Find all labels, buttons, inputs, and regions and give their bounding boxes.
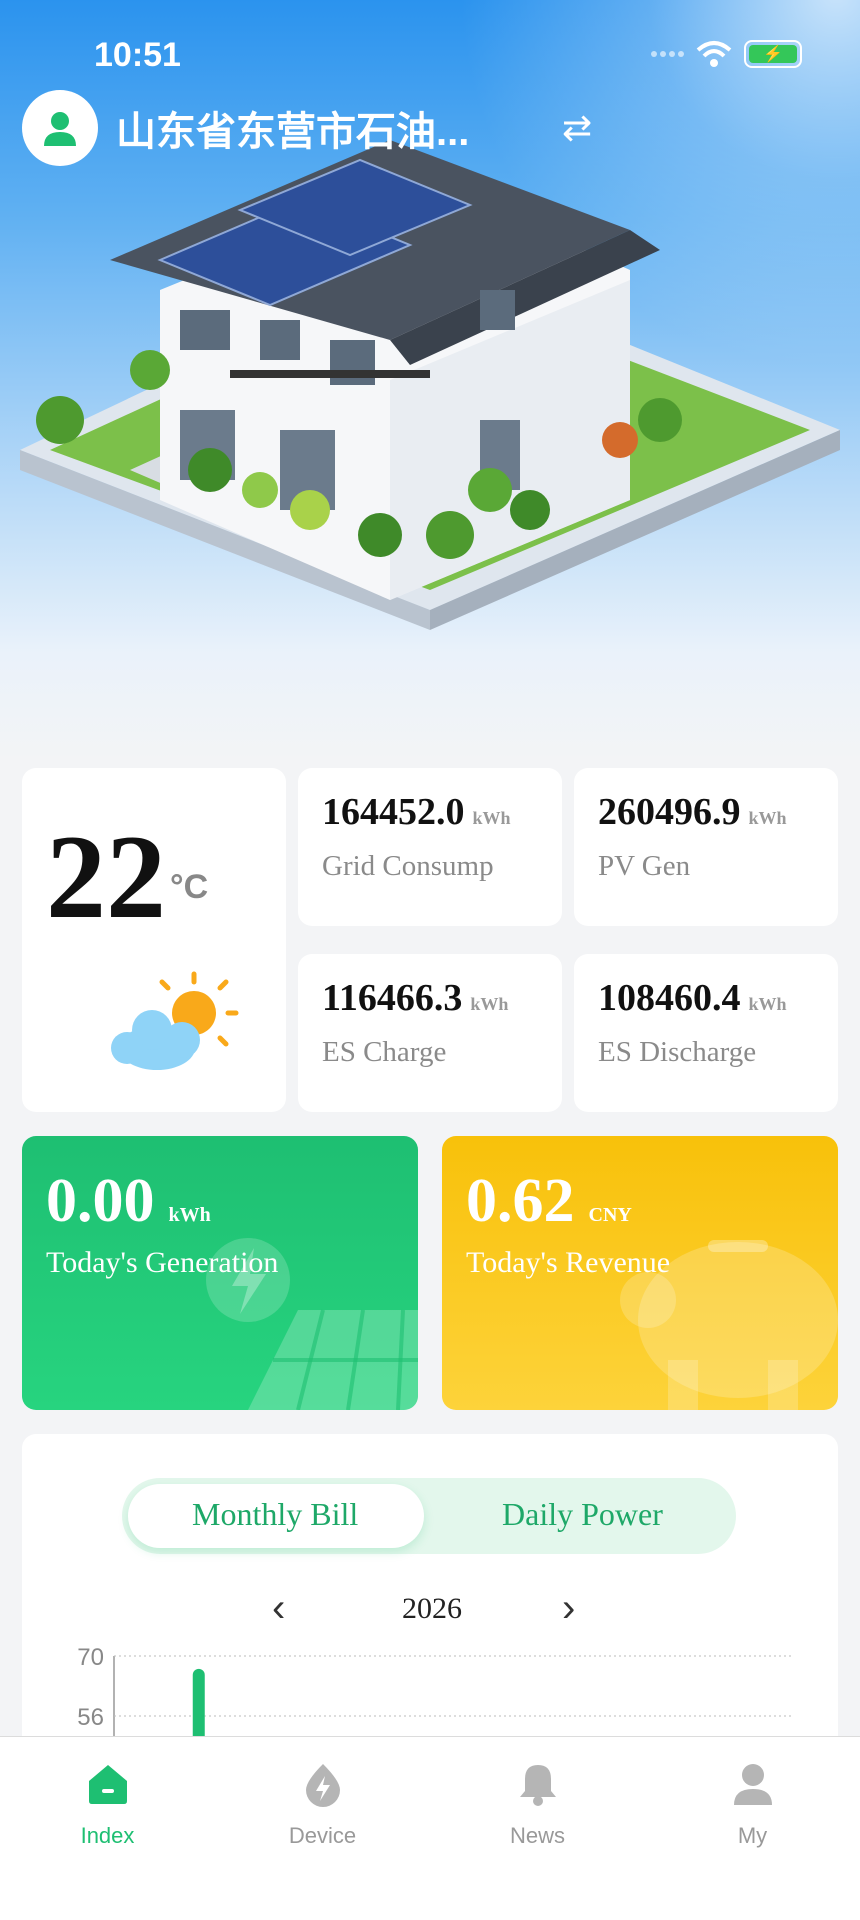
battery-icon: ⚡ — [744, 40, 802, 68]
tab-label: Device — [288, 1823, 357, 1848]
tab-my[interactable]: My — [645, 1737, 860, 1857]
today-revenue-label: Today's Revenue — [466, 1246, 671, 1279]
es-discharge-card[interactable]: 108460.4 kWh ES Discharge — [574, 954, 838, 1112]
chart-toggle: Monthly Bill Daily Power — [122, 1478, 736, 1554]
chart-bar[interactable] — [192, 1668, 205, 1746]
stat-value: 108460.4 kWh — [598, 977, 787, 1019]
stat-value: 116466.3 kWh — [322, 977, 509, 1019]
header: 山东省东营市石油... ⇄ — [22, 90, 592, 166]
avatar[interactable] — [22, 90, 98, 166]
today-generation-label: Today's Generation — [46, 1246, 279, 1279]
tab-label: News — [509, 1823, 565, 1848]
status-icons: ⚡ — [650, 40, 802, 68]
chevron-left-icon[interactable]: ‹ — [272, 1586, 285, 1631]
user-avatar-icon — [44, 112, 76, 146]
stat-label: PV Gen — [598, 850, 691, 882]
bottom-tab-bar: Index Device News My — [0, 1736, 860, 1920]
weather-card: 22 °C — [22, 768, 286, 1112]
grid-consumption-card[interactable]: 164452.0 kWh Grid Consump — [298, 768, 562, 926]
tab-label: Index — [80, 1823, 135, 1848]
solar-house-illustration — [20, 140, 840, 630]
status-time: 10:51 — [94, 36, 181, 74]
y-tick-label: 56 — [77, 1704, 104, 1731]
station-location[interactable]: 山东省东营市石油... — [116, 99, 536, 157]
stat-label: ES Discharge — [598, 1036, 757, 1068]
stat-label: ES Charge — [322, 1036, 447, 1068]
year-label: 2026 — [402, 1592, 462, 1625]
today-generation-value: 0.00 kWh — [46, 1167, 211, 1235]
tab-device[interactable]: Device — [215, 1737, 430, 1857]
today-generation-card[interactable]: 0.00 kWh Today's Generation — [22, 1136, 418, 1410]
monthly-bill-chart: 70 56 — [77, 1646, 792, 1746]
stat-value: 164452.0 kWh — [322, 791, 511, 833]
hero-banner: 10:51 ⚡ 山东省东营市石油... ⇄ — [0, 0, 860, 760]
piggy-bank-icon — [620, 1240, 838, 1410]
today-revenue-unit: CNY — [588, 1204, 632, 1226]
tab-index[interactable]: Index — [0, 1737, 215, 1857]
temperature-unit: °C — [170, 868, 209, 906]
pv-generation-card[interactable]: 260496.9 kWh PV Gen — [574, 768, 838, 926]
stat-unit: kWh — [748, 808, 787, 828]
stat-value: 260496.9 kWh — [598, 791, 787, 833]
partly-cloudy-icon — [111, 971, 239, 1070]
bell-icon — [520, 1765, 556, 1806]
stat-unit: kWh — [748, 994, 787, 1014]
es-charge-card[interactable]: 116466.3 kWh ES Charge — [298, 954, 562, 1112]
year-selector: ‹ 2026 › — [22, 1586, 838, 1636]
today-generation-unit: kWh — [168, 1204, 211, 1226]
stat-unit: kWh — [470, 994, 509, 1014]
lightning-drop-icon — [306, 1764, 340, 1807]
user-icon — [734, 1764, 772, 1805]
switch-station-icon[interactable]: ⇄ — [562, 107, 592, 149]
y-tick-label: 70 — [77, 1646, 104, 1671]
stat-label: Grid Consump — [322, 850, 494, 882]
temperature-value: 22 — [46, 810, 166, 943]
chevron-right-icon[interactable]: › — [562, 1586, 575, 1631]
tab-monthly-bill[interactable]: Monthly Bill — [192, 1496, 358, 1533]
today-revenue-value: 0.62 CNY — [466, 1167, 632, 1235]
stat-unit: kWh — [472, 808, 511, 828]
today-revenue-card[interactable]: 0.62 CNY Today's Revenue — [442, 1136, 838, 1410]
signal-icon — [651, 51, 684, 57]
tab-news[interactable]: News — [430, 1737, 645, 1857]
tab-daily-power[interactable]: Daily Power — [502, 1496, 663, 1533]
tab-label: My — [737, 1823, 768, 1848]
home-icon — [89, 1765, 127, 1804]
wifi-icon — [696, 41, 732, 67]
